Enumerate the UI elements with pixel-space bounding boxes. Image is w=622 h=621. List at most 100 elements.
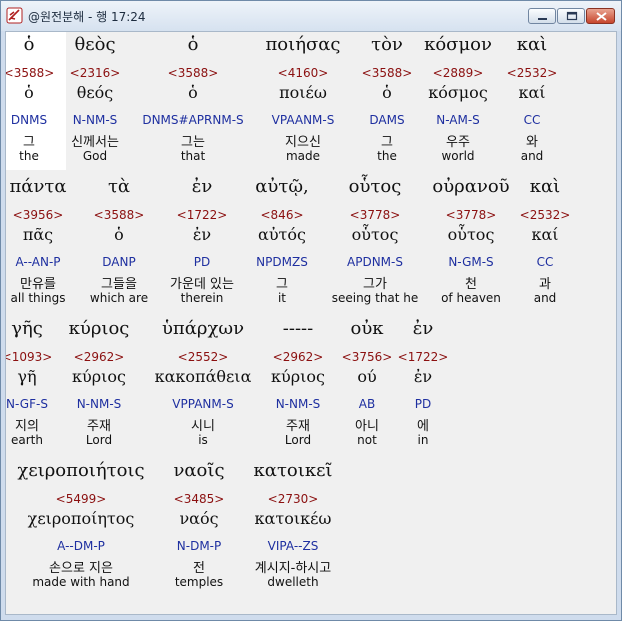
lemma: ὁ: [114, 225, 124, 244]
title-bar[interactable]: @원전분해 - 행 17:24: [1, 1, 621, 31]
korean-gloss: 전: [193, 561, 205, 576]
greek-word[interactable]: οὐρανοῦ: [432, 176, 509, 197]
parsing-code: PD: [414, 397, 432, 411]
greek-word[interactable]: καὶ: [517, 34, 547, 55]
lemma: ποιέω: [279, 83, 327, 102]
english-gloss: Lord: [85, 433, 113, 447]
lemma: ὁ: [188, 83, 198, 102]
greek-word[interactable]: καὶ: [530, 176, 560, 197]
strong-number: <2532>: [519, 208, 571, 222]
parsing-code: N-GF-S: [6, 397, 48, 411]
english-gloss: dwelleth: [267, 575, 319, 589]
english-gloss: seeing that he: [331, 291, 419, 305]
greek-word[interactable]: οὗτος: [349, 176, 402, 197]
parsing-code: A--DM-P: [57, 539, 105, 553]
lemma: καί: [518, 83, 546, 102]
greek-word[interactable]: ἐν: [192, 176, 213, 197]
strong-number: <1722>: [397, 350, 449, 364]
korean-gloss: 우주: [446, 135, 470, 150]
minimize-button[interactable]: [528, 8, 556, 24]
lemma: ἐν: [192, 225, 212, 244]
parsing-code: DNMS#APRNM-S: [142, 113, 244, 127]
greek-word[interactable]: τὰ: [108, 176, 130, 197]
greek-word[interactable]: κόσμον: [424, 34, 492, 55]
english-gloss: of heaven: [441, 291, 501, 305]
parsing-code: DANP: [102, 255, 136, 269]
parsing-code: DAMS: [369, 113, 405, 127]
strong-number: <3756>: [341, 350, 393, 364]
lemma: καί: [531, 225, 559, 244]
english-gloss: made with hand: [32, 575, 130, 589]
korean-gloss: 과: [539, 277, 551, 292]
english-gloss: the: [19, 149, 39, 163]
english-gloss: and: [533, 291, 557, 305]
strong-number: <2962>: [272, 350, 324, 364]
greek-word[interactable]: -----: [283, 318, 313, 339]
parsing-code: PD: [193, 255, 211, 269]
parsing-code: VPPANM-S: [172, 397, 234, 411]
parsing-code: N-GM-S: [448, 255, 494, 269]
korean-gloss: 그: [381, 135, 393, 150]
greek-word[interactable]: τὸν: [371, 34, 403, 55]
greek-word[interactable]: ὁ: [188, 34, 199, 55]
parsing-code: N-DM-P: [176, 539, 222, 553]
korean-gloss: 그는: [181, 135, 205, 150]
english-gloss: made: [285, 149, 321, 163]
parsing-code: VIPA--ZS: [267, 539, 319, 553]
korean-gloss: 신께서는: [71, 135, 119, 150]
korean-gloss: 지으신: [285, 135, 321, 150]
strong-number: <3588>: [5, 66, 55, 80]
strong-number: <3485>: [173, 492, 225, 506]
parsing-code: N-NM-S: [275, 397, 321, 411]
parsing-code: VPAANM-S: [271, 113, 335, 127]
english-gloss: which are: [89, 291, 149, 305]
interlinear-pane[interactable]: ὁ <3588> ὁ DNMS 그 the θεὸς <2316> θεός N-NM-S 신께서는…: [5, 31, 617, 615]
lemma: χειροποίητος: [27, 509, 135, 528]
greek-word[interactable]: ὁ: [24, 34, 35, 55]
strong-number: <3956>: [12, 208, 64, 222]
parsing-code: APDNM-S: [347, 255, 403, 269]
strong-number: <5499>: [55, 492, 107, 506]
parsing-code: AB: [358, 397, 376, 411]
maximize-icon: [566, 11, 578, 21]
english-gloss: world: [441, 149, 475, 163]
greek-word[interactable]: ναοῖς: [173, 460, 224, 481]
greek-word[interactable]: αὐτῷ,: [255, 176, 308, 197]
greek-word[interactable]: ὑπάρχων: [162, 318, 244, 339]
english-gloss: earth: [11, 433, 43, 447]
greek-word[interactable]: θεὸς: [74, 34, 115, 55]
english-gloss: and: [520, 149, 544, 163]
greek-word[interactable]: ποιήσας: [265, 34, 340, 55]
english-gloss: therein: [180, 291, 224, 305]
lemma: κύριος: [72, 367, 126, 386]
english-gloss: is: [198, 433, 208, 447]
app-window: @원전분해 - 행 17:24 ὁ <3588> ὁ DNMS 그 the θεὸς <231…: [0, 0, 622, 621]
korean-gloss: 손으로 지은: [49, 561, 113, 576]
korean-gloss: 그: [276, 277, 288, 292]
korean-gloss: 그: [23, 135, 35, 150]
minimize-icon: [538, 18, 547, 20]
greek-word[interactable]: κύριος: [69, 318, 130, 339]
english-gloss: it: [277, 291, 287, 305]
strong-number: <3588>: [361, 66, 413, 80]
lemma: γῆ: [17, 367, 37, 386]
close-button[interactable]: [586, 8, 615, 24]
parsing-code: DNMS: [10, 113, 48, 127]
greek-word[interactable]: γῆς: [11, 318, 43, 339]
lemma: θεός: [76, 83, 114, 102]
greek-word[interactable]: χειροποιήτοις: [17, 460, 144, 481]
english-gloss: all things: [10, 291, 66, 305]
maximize-button[interactable]: [557, 8, 585, 24]
app-icon[interactable]: [6, 7, 23, 24]
strong-number: <3778>: [349, 208, 401, 222]
lemma: κατοικέω: [254, 509, 332, 528]
greek-word[interactable]: οὐκ: [350, 318, 383, 339]
lemma: ὁ: [24, 83, 34, 102]
greek-word[interactable]: πάντα: [9, 176, 66, 197]
greek-word[interactable]: ἐν: [413, 318, 434, 339]
greek-word[interactable]: κατοικεῖ: [254, 460, 333, 481]
strong-number: <2962>: [73, 350, 125, 364]
strong-number: <2730>: [267, 492, 319, 506]
korean-gloss: 주재: [286, 419, 310, 434]
lemma: ἐν: [413, 367, 433, 386]
